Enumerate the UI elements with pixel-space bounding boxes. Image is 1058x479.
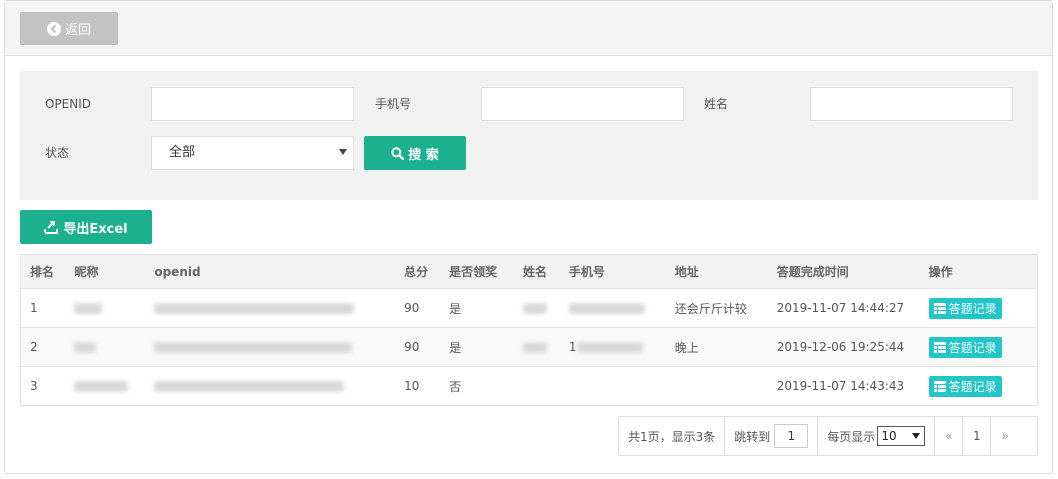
rank-cell: 1 bbox=[30, 301, 38, 315]
pager-per-page: 每页显示 10 bbox=[818, 417, 936, 455]
pagination: 共1页，显示3条 跳转到 1 每页显示 10 « 1 » bbox=[618, 416, 1038, 456]
ranking-table: 排名 昵称 openid 总分 是否领奖 姓名 手机号 地址 答题完成时间 操作… bbox=[20, 254, 1038, 406]
nickname-cell bbox=[65, 289, 145, 328]
blurred-nickname bbox=[74, 303, 103, 314]
col-header-awarded: 是否领奖 bbox=[449, 265, 498, 279]
col-header-openid: openid bbox=[154, 264, 201, 279]
search-button[interactable]: 搜 索 bbox=[364, 136, 466, 170]
prev-page-button[interactable]: « bbox=[935, 417, 964, 455]
next-page-button[interactable]: » bbox=[991, 417, 1019, 455]
address-cell: 还会斤斤计较 bbox=[674, 301, 747, 316]
export-button-label: 导出Excel bbox=[63, 221, 128, 237]
blurred-openid bbox=[154, 381, 345, 392]
awarded-cell: 是 bbox=[449, 301, 462, 316]
phone-cell: 1 bbox=[560, 328, 666, 367]
blurred-name bbox=[522, 303, 547, 314]
table-row: 1 90 是 还会斤斤计较 2019-11-07 14:44:27 答题记录 bbox=[20, 288, 1038, 328]
back-button[interactable]: 返回 bbox=[20, 12, 118, 45]
col-header-time: 答题完成时间 bbox=[776, 265, 849, 279]
export-icon bbox=[44, 221, 59, 234]
score-cell: 90 bbox=[404, 301, 420, 315]
answer-record-button[interactable]: 答题记录 bbox=[928, 297, 1002, 319]
col-header-nickname: 昵称 bbox=[74, 265, 99, 279]
col-header-rank: 排名 bbox=[30, 265, 55, 279]
blurred-phone bbox=[568, 303, 645, 314]
back-button-label: 返回 bbox=[64, 23, 91, 38]
caret-down-icon bbox=[339, 149, 347, 155]
jump-label: 跳转到 bbox=[734, 429, 771, 444]
export-excel-button[interactable]: 导出Excel bbox=[20, 210, 152, 244]
main-panel: 返回 OPENID 手机号 姓名 状态 全部 搜 索 导出Excel 排名 昵称… bbox=[4, 0, 1053, 474]
score-cell: 90 bbox=[404, 340, 420, 354]
name-cell bbox=[514, 367, 560, 406]
col-header-name: 姓名 bbox=[522, 265, 547, 279]
caret-down-icon bbox=[912, 433, 921, 439]
per-page-label: 每页显示 bbox=[827, 429, 876, 444]
nickname-cell bbox=[65, 328, 145, 367]
name-input[interactable] bbox=[810, 87, 1013, 121]
phone-input[interactable] bbox=[481, 87, 684, 121]
rank-cell: 2 bbox=[30, 340, 38, 354]
table-icon bbox=[933, 302, 946, 314]
awarded-cell: 否 bbox=[449, 379, 462, 394]
phone-cell bbox=[560, 289, 666, 328]
answer-record-button[interactable]: 答题记录 bbox=[928, 375, 1002, 397]
table-header-row: 排名 昵称 openid 总分 是否领奖 姓名 手机号 地址 答题完成时间 操作 bbox=[20, 254, 1038, 289]
time-cell: 2019-11-07 14:43:43 bbox=[776, 379, 905, 393]
page-1-button[interactable]: 1 bbox=[963, 417, 992, 455]
col-header-phone: 手机号 bbox=[568, 265, 605, 279]
table-row: 3 10 否 2019-11-07 14:43:43 答题记录 bbox=[20, 366, 1038, 406]
blurred-openid bbox=[154, 342, 353, 353]
answer-record-button[interactable]: 答题记录 bbox=[928, 336, 1002, 358]
action-cell: 答题记录 bbox=[920, 328, 1038, 367]
status-select[interactable]: 全部 bbox=[151, 136, 354, 170]
filter-panel: OPENID 手机号 姓名 状态 全部 搜 索 bbox=[20, 71, 1038, 200]
status-selected-value: 全部 bbox=[169, 145, 196, 160]
action-cell: 答题记录 bbox=[920, 289, 1038, 328]
rank-cell: 3 bbox=[30, 379, 38, 393]
phone-label: 手机号 bbox=[375, 97, 412, 111]
action-cell: 答题记录 bbox=[920, 367, 1038, 406]
openid-label: OPENID bbox=[45, 97, 92, 111]
jump-page-input[interactable]: 1 bbox=[774, 424, 809, 448]
phone-cell bbox=[560, 367, 666, 406]
name-label: 姓名 bbox=[704, 97, 729, 111]
time-cell: 2019-12-06 19:25:44 bbox=[776, 340, 905, 354]
table-icon bbox=[933, 380, 946, 392]
per-page-select[interactable]: 10 bbox=[877, 426, 926, 446]
search-button-label: 搜 索 bbox=[408, 147, 439, 163]
pager-summary: 共1页，显示3条 bbox=[619, 417, 726, 455]
pager-jump: 跳转到 1 bbox=[725, 417, 819, 455]
score-cell: 10 bbox=[404, 379, 420, 393]
blurred-nickname bbox=[74, 342, 97, 353]
col-header-score: 总分 bbox=[404, 265, 429, 279]
arrow-left-circle-icon bbox=[46, 21, 61, 36]
openid-cell bbox=[145, 328, 395, 367]
blurred-phone bbox=[576, 342, 643, 353]
openid-cell bbox=[145, 289, 395, 328]
toolbar: 返回 bbox=[5, 1, 1052, 56]
openid-cell bbox=[145, 367, 395, 406]
blurred-name bbox=[522, 342, 547, 353]
name-cell bbox=[514, 289, 560, 328]
awarded-cell: 是 bbox=[449, 340, 462, 355]
table-icon bbox=[933, 341, 946, 353]
address-cell bbox=[666, 367, 768, 406]
time-cell: 2019-11-07 14:44:27 bbox=[776, 301, 905, 315]
blurred-nickname bbox=[74, 381, 129, 392]
nickname-cell bbox=[65, 367, 145, 406]
status-label: 状态 bbox=[45, 146, 70, 160]
openid-input[interactable] bbox=[151, 87, 354, 121]
table-row: 2 90 是 1 晚上 2019-12-06 19:25:44 答题记录 bbox=[20, 327, 1038, 367]
name-cell bbox=[514, 328, 560, 367]
address-cell: 晚上 bbox=[674, 340, 699, 355]
col-header-address: 地址 bbox=[674, 265, 699, 279]
search-icon bbox=[391, 146, 405, 160]
blurred-openid bbox=[154, 303, 355, 314]
col-header-action: 操作 bbox=[928, 265, 953, 279]
